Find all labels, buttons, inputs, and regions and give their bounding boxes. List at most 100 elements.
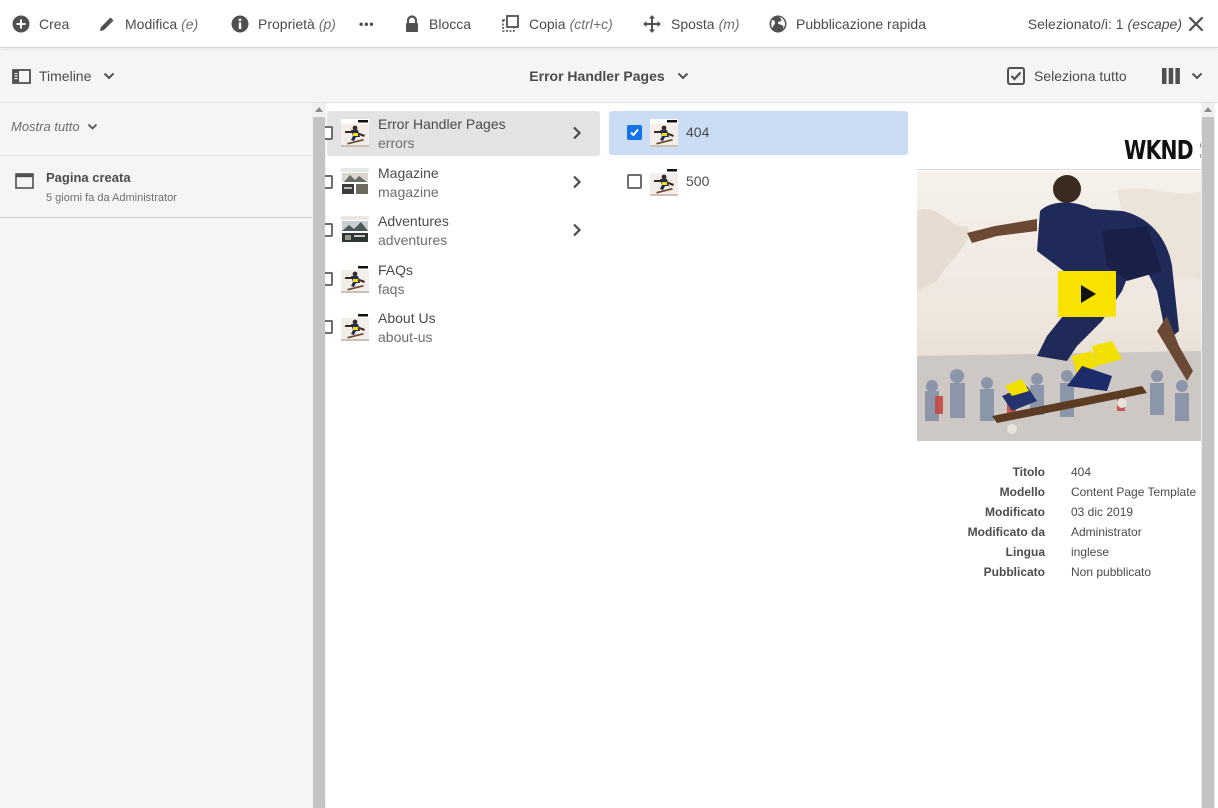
metadata-list: Titolo 404 Modello Content Page Template M… [908,465,1201,585]
column-item-name: magazine [378,184,439,200]
copy-label: Copia [529,16,566,32]
metadata-row: Modificato da Administrator [908,525,1201,545]
move-label: Sposta [671,16,715,32]
metadata-value: 404 [1071,465,1092,479]
selection-count-label: Selezionato/i: 1 [1027,16,1124,32]
metadata-key: Pubblicato [983,565,1045,579]
preview-thumbnail: WKND S [917,126,1201,441]
metadata-row: Modificato 03 dic 2019 [908,505,1201,525]
more-button[interactable]: ••• [359,0,375,48]
chevron-down-icon[interactable] [677,72,689,80]
move-button[interactable]: Sposta (m) [642,0,740,48]
column-item-name: errors [378,135,415,151]
edit-button[interactable]: Modifica (e) [98,0,198,48]
properties-button[interactable]: Proprietà (p) [231,0,336,48]
close-icon[interactable] [1186,14,1206,34]
item-checkbox[interactable] [627,125,642,140]
copy-button[interactable]: Copia (ctrl+c) [502,0,613,48]
lock-icon [406,15,418,32]
column-item[interactable]: Magazine magazine [325,160,600,205]
add-circle-icon [12,15,30,33]
column-item[interactable]: FAQs faqs [325,257,600,302]
metadata-key: Lingua [1005,545,1045,559]
edit-label: Modifica [125,16,178,32]
page-thumbnail [650,119,678,147]
page-thumbnail [341,313,369,341]
scrollbar-thumb[interactable] [1202,117,1214,808]
timeline-filter-label: Mostra tutto [11,119,80,134]
metadata-value: Non pubblicato [1071,565,1152,579]
page-thumbnail [341,216,369,244]
rail-toggle[interactable]: Timeline [12,49,115,103]
item-checkbox[interactable] [325,175,333,189]
column-item-404[interactable]: 404 [609,111,908,155]
globe-icon [769,15,787,33]
timeline-filter[interactable]: Mostra tutto [11,119,98,134]
copy-shortcut: (ctrl+c) [569,16,613,32]
page-thumbnail [650,168,678,196]
item-checkbox[interactable] [325,126,333,140]
metadata-key: Titolo [1012,465,1045,479]
scroll-up-arrow-icon[interactable] [1204,107,1212,112]
metadata-row: Modello Content Page Template [908,485,1201,505]
timeline-item-title: Pagina creata [46,170,131,185]
create-label: Crea [39,16,70,32]
column-item-title: Adventures [378,213,449,229]
lock-label: Blocca [429,16,472,32]
page-icon [15,173,34,189]
item-checkbox[interactable] [325,320,333,334]
metadata-row: Pubblicato Non pubblicato [908,565,1201,585]
page-thumbnail [341,265,369,293]
item-checkbox[interactable] [325,272,333,286]
metadata-key: Modificato da [967,525,1045,539]
divider [917,169,1201,170]
rail-scrollbar[interactable] [312,103,326,808]
column-item[interactable]: Error Handler Pages errors [325,111,600,156]
create-button[interactable]: Crea [12,0,69,48]
chevron-down-icon [1191,72,1203,80]
chevron-right-icon[interactable] [572,223,582,237]
info-icon [231,15,249,33]
column-item-title: Error Handler Pages [378,116,506,132]
page-title-text: Error Handler Pages [529,68,665,84]
lock-button[interactable]: Blocca [404,0,471,48]
timeline-item[interactable]: Pagina creata 5 giorni fa da Administrat… [0,156,312,217]
page-thumbnail [341,119,369,147]
item-checkbox[interactable] [627,174,642,189]
move-icon [643,15,661,33]
column-item-name: adventures [378,232,448,248]
metadata-key: Modello [999,485,1045,499]
chevron-right-icon[interactable] [572,126,582,140]
metadata-value: inglese [1071,545,1110,559]
title-bar: Timeline Error Handler Pages Seleziona t… [0,49,1218,103]
metadata-row: Titolo 404 [908,465,1201,485]
column-item-500[interactable]: 500 [609,160,908,204]
quick-publish-button[interactable]: Pubblicazione rapida [769,0,926,48]
more-icon: ••• [359,17,375,31]
preview-scrollbar[interactable] [1201,103,1215,808]
brand-logo-text: WKND S [1124,136,1201,166]
item-checkbox[interactable] [325,223,333,237]
select-all-label: Seleziona tutto [1034,68,1127,84]
timeline-item-subtitle: 5 giorni fa da Administrator [46,192,177,204]
metadata-row: Lingua inglese [908,545,1201,565]
properties-shortcut: (p) [318,16,336,32]
column-item[interactable]: Adventures adventures [325,208,600,253]
selection-shortcut: (escape) [1127,16,1182,32]
column-item-title: FAQs [378,262,414,278]
column-item-name: faqs [378,281,405,297]
chevron-right-icon[interactable] [572,175,582,189]
selection-count: Selezionato/i: 1 (escape) [1028,0,1182,48]
view-switcher[interactable] [1161,49,1203,103]
move-shortcut: (m) [718,16,740,32]
metadata-key: Modificato [985,505,1045,519]
select-all-button[interactable]: Seleziona tutto [1007,49,1127,103]
column-view-icon [1162,68,1180,84]
metadata-value: 03 dic 2019 [1071,505,1134,519]
column-view-sites: Error Handler Pages errors Magazine maga… [325,103,608,808]
divider [0,217,312,218]
scroll-up-arrow-icon[interactable] [315,107,323,112]
column-item[interactable]: About Us about-us [325,305,600,350]
scrollbar-thumb[interactable] [313,117,325,808]
properties-label: Proprietà [258,16,315,32]
